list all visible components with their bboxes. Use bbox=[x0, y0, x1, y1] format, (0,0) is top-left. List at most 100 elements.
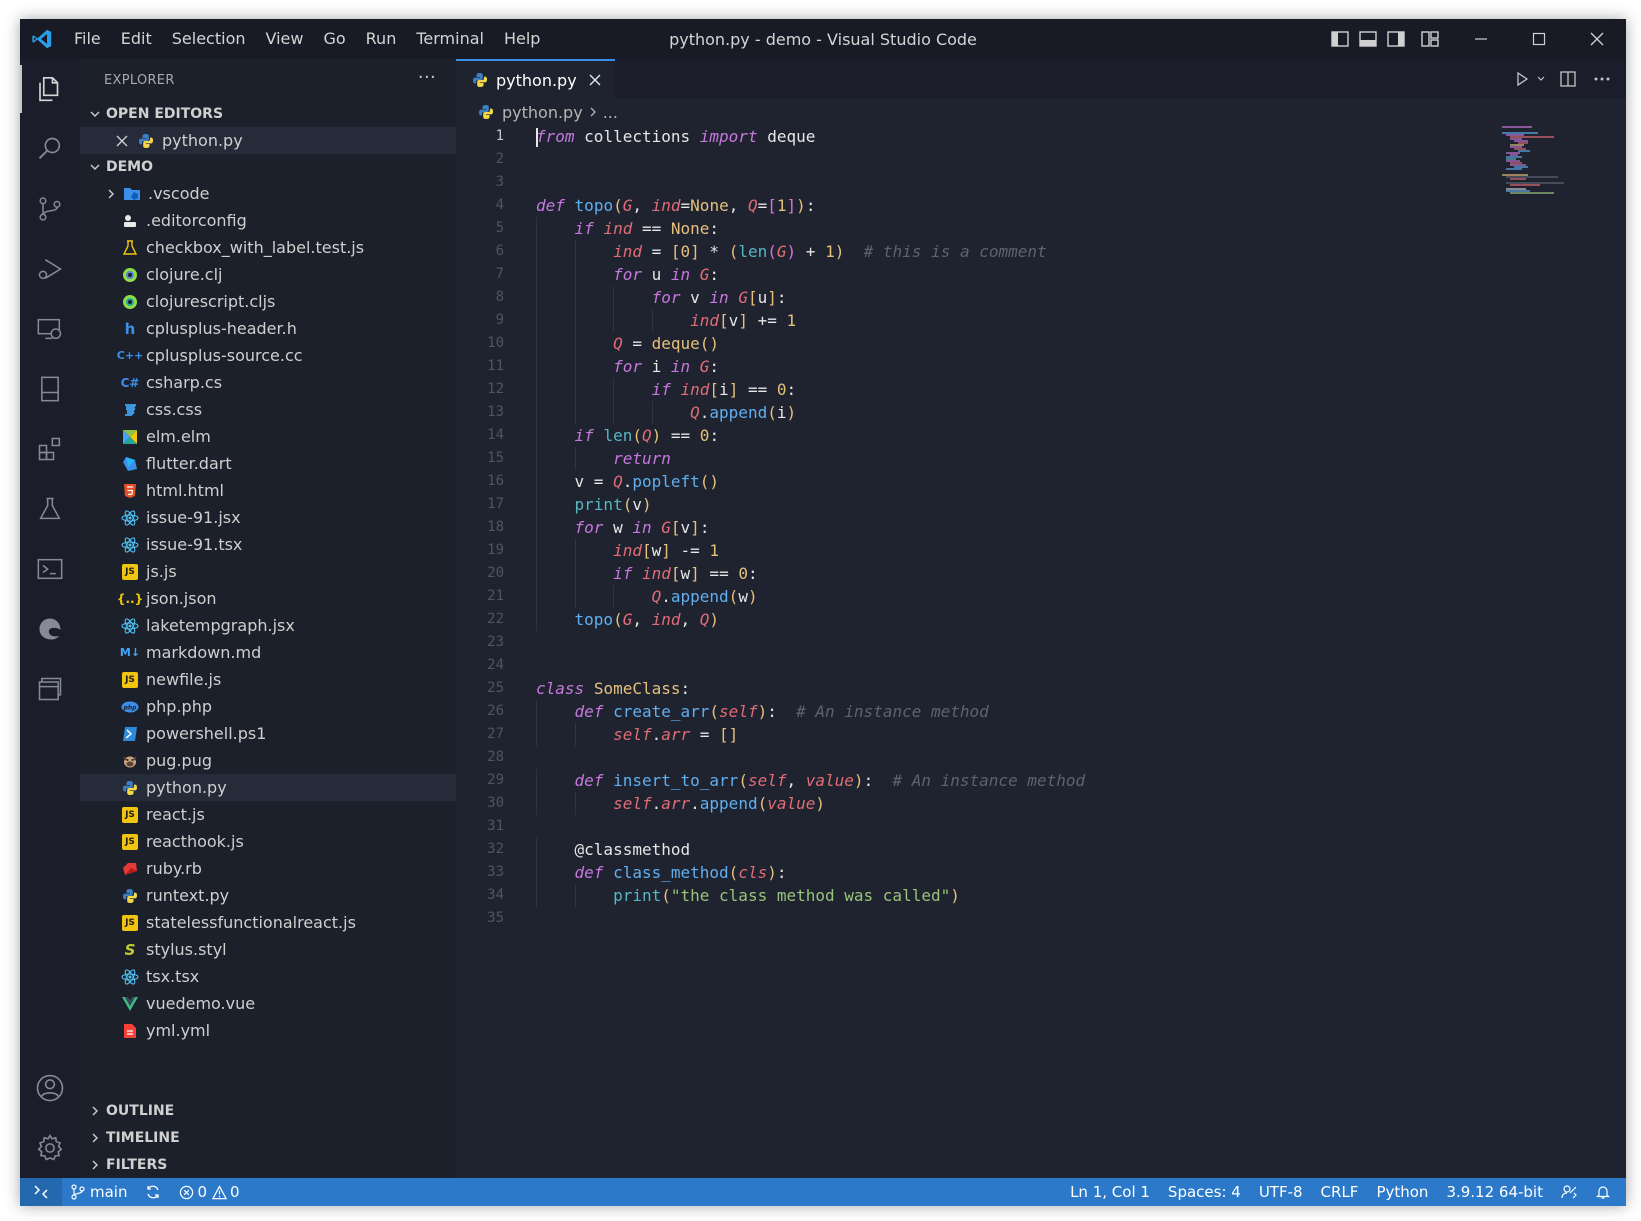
file-tree-item[interactable]: C++ cplusplus-source.cc bbox=[80, 342, 456, 369]
code-line[interactable]: 21 Q.append(w) bbox=[456, 585, 1626, 608]
file-tree-item[interactable]: powershell.ps1 bbox=[80, 720, 456, 747]
code-line[interactable]: 25 class SomeClass: bbox=[456, 677, 1626, 700]
code-line[interactable]: 34 print("the class method was called") bbox=[456, 884, 1626, 907]
breadcrumb-file[interactable]: python.py bbox=[502, 103, 583, 122]
code-line[interactable]: 19 ind[w] -= 1 bbox=[456, 539, 1626, 562]
file-tree-item[interactable]: yml.yml bbox=[80, 1017, 456, 1044]
menu-view[interactable]: View bbox=[256, 19, 314, 59]
menu-run[interactable]: Run bbox=[356, 19, 407, 59]
file-tree-item[interactable]: .vscode bbox=[80, 180, 456, 207]
encoding[interactable]: UTF-8 bbox=[1250, 1183, 1312, 1201]
file-tree-item[interactable]: JS js.js bbox=[80, 558, 456, 585]
file-tree-item[interactable]: checkbox_with_label.test.js bbox=[80, 234, 456, 261]
file-tree-item[interactable]: issue-91.tsx bbox=[80, 531, 456, 558]
code-line[interactable]: 30 self.arr.append(value) bbox=[456, 792, 1626, 815]
file-tree-item[interactable]: python.py bbox=[80, 774, 456, 801]
menu-selection[interactable]: Selection bbox=[162, 19, 256, 59]
open-editors-section[interactable]: OPEN EDITORS bbox=[80, 101, 456, 127]
close-window-icon[interactable] bbox=[1568, 19, 1626, 59]
toggle-primary-sidebar-icon[interactable] bbox=[1326, 19, 1354, 59]
branch-status[interactable]: main bbox=[62, 1183, 136, 1201]
extensions-icon[interactable] bbox=[20, 419, 80, 479]
file-tree-item[interactable]: JS react.js bbox=[80, 801, 456, 828]
minimap[interactable] bbox=[1498, 125, 1608, 205]
code-line[interactable]: 26 def create_arr(self): # An instance m… bbox=[456, 700, 1626, 723]
code-line[interactable]: 16 v = Q.popleft() bbox=[456, 470, 1626, 493]
file-tree-item[interactable]: clojurescript.cljs bbox=[80, 288, 456, 315]
code-line[interactable]: 2 bbox=[456, 148, 1626, 171]
file-tree-item[interactable]: runtext.py bbox=[80, 882, 456, 909]
demo-folder-section[interactable]: DEMO bbox=[80, 154, 456, 180]
code-line[interactable]: 24 bbox=[456, 654, 1626, 677]
end-of-line[interactable]: CRLF bbox=[1312, 1183, 1368, 1201]
language-mode[interactable]: Python bbox=[1367, 1183, 1437, 1201]
file-tree-item[interactable]: C# csharp.cs bbox=[80, 369, 456, 396]
code-line[interactable]: 31 bbox=[456, 815, 1626, 838]
sync-icon[interactable] bbox=[136, 1184, 170, 1200]
panel-window-icon[interactable] bbox=[20, 659, 80, 719]
python-interpreter[interactable]: 3.9.12 64-bit bbox=[1437, 1183, 1552, 1201]
code-line[interactable]: 8 for v in G[u]: bbox=[456, 286, 1626, 309]
file-tree-item[interactable]: pug.pug bbox=[80, 747, 456, 774]
code-line[interactable]: 9 ind[v] += 1 bbox=[456, 309, 1626, 332]
toggle-panel-icon[interactable] bbox=[1354, 19, 1382, 59]
open-editor-item[interactable]: python.py bbox=[80, 127, 456, 154]
terminal-icon[interactable] bbox=[20, 539, 80, 599]
file-tree-item[interactable]: tsx.tsx bbox=[80, 963, 456, 990]
menu-go[interactable]: Go bbox=[313, 19, 355, 59]
file-tree-item[interactable]: {..} json.json bbox=[80, 585, 456, 612]
feedback-icon[interactable] bbox=[1552, 1184, 1586, 1200]
section-timeline[interactable]: TIMELINE bbox=[80, 1124, 456, 1151]
code-line[interactable]: 32 @classmethod bbox=[456, 838, 1626, 861]
remote-explorer-icon[interactable] bbox=[20, 299, 80, 359]
more-actions-icon[interactable] bbox=[1588, 65, 1616, 93]
code-line[interactable]: 28 bbox=[456, 746, 1626, 769]
file-tree-item[interactable]: ruby.rb bbox=[80, 855, 456, 882]
code-line[interactable]: 17 print(v) bbox=[456, 493, 1626, 516]
split-editor-icon[interactable] bbox=[1554, 65, 1582, 93]
file-tree-item[interactable]: php php.php bbox=[80, 693, 456, 720]
indentation[interactable]: Spaces: 4 bbox=[1159, 1183, 1250, 1201]
search-icon[interactable] bbox=[20, 119, 80, 179]
file-tree-item[interactable]: JS reacthook.js bbox=[80, 828, 456, 855]
source-control-icon[interactable] bbox=[20, 179, 80, 239]
customize-layout-icon[interactable] bbox=[1416, 19, 1444, 59]
code-line[interactable]: 12 if ind[i] == 0: bbox=[456, 378, 1626, 401]
code-editor[interactable]: 1 from collections import deque 2 3 4 def … bbox=[456, 125, 1626, 1178]
section-filters[interactable]: FILTERS bbox=[80, 1151, 456, 1178]
code-line[interactable]: 20 if ind[w] == 0: bbox=[456, 562, 1626, 585]
code-line[interactable]: 15 return bbox=[456, 447, 1626, 470]
code-line[interactable]: 35 bbox=[456, 907, 1626, 930]
code-line[interactable]: 11 for i in G: bbox=[456, 355, 1626, 378]
cursor-position[interactable]: Ln 1, Col 1 bbox=[1061, 1183, 1159, 1201]
manage-gear-icon[interactable] bbox=[20, 1118, 80, 1178]
file-tree-item[interactable]: Sstylus.styl bbox=[80, 936, 456, 963]
remote-indicator-icon[interactable] bbox=[20, 1178, 62, 1206]
code-line[interactable]: 10 Q = deque() bbox=[456, 332, 1626, 355]
accounts-icon[interactable] bbox=[20, 1058, 80, 1118]
menu-file[interactable]: File bbox=[64, 19, 111, 59]
code-line[interactable]: 7 for u in G: bbox=[456, 263, 1626, 286]
close-tab-icon[interactable] bbox=[589, 74, 601, 86]
file-tree-item[interactable]: JS newfile.js bbox=[80, 666, 456, 693]
file-tree-item[interactable]: vuedemo.vue bbox=[80, 990, 456, 1017]
menu-help[interactable]: Help bbox=[494, 19, 550, 59]
explorer-more-actions-icon[interactable]: ··· bbox=[418, 67, 436, 88]
file-tree-item[interactable]: h cplusplus-header.h bbox=[80, 315, 456, 342]
file-tree-item[interactable]: css.css bbox=[80, 396, 456, 423]
file-tree-item[interactable]: issue-91.jsx bbox=[80, 504, 456, 531]
file-tree-item[interactable]: laketempgraph.jsx bbox=[80, 612, 456, 639]
code-line[interactable]: 22 topo(G, ind, Q) bbox=[456, 608, 1626, 631]
edge-devtools-icon[interactable] bbox=[20, 599, 80, 659]
file-tree-item[interactable]: flutter.dart bbox=[80, 450, 456, 477]
file-tree-item[interactable]: clojure.clj bbox=[80, 261, 456, 288]
file-tree-item[interactable]: .editorconfig bbox=[80, 207, 456, 234]
code-line[interactable]: 18 for w in G[v]: bbox=[456, 516, 1626, 539]
tab-python-py[interactable]: python.py bbox=[456, 59, 615, 99]
minimize-icon[interactable] bbox=[1452, 19, 1510, 59]
code-line[interactable]: 3 bbox=[456, 171, 1626, 194]
maximize-icon[interactable] bbox=[1510, 19, 1568, 59]
code-line[interactable]: 23 bbox=[456, 631, 1626, 654]
code-line[interactable]: 13 Q.append(i) bbox=[456, 401, 1626, 424]
code-line[interactable]: 29 def insert_to_arr(self, value): # An … bbox=[456, 769, 1626, 792]
